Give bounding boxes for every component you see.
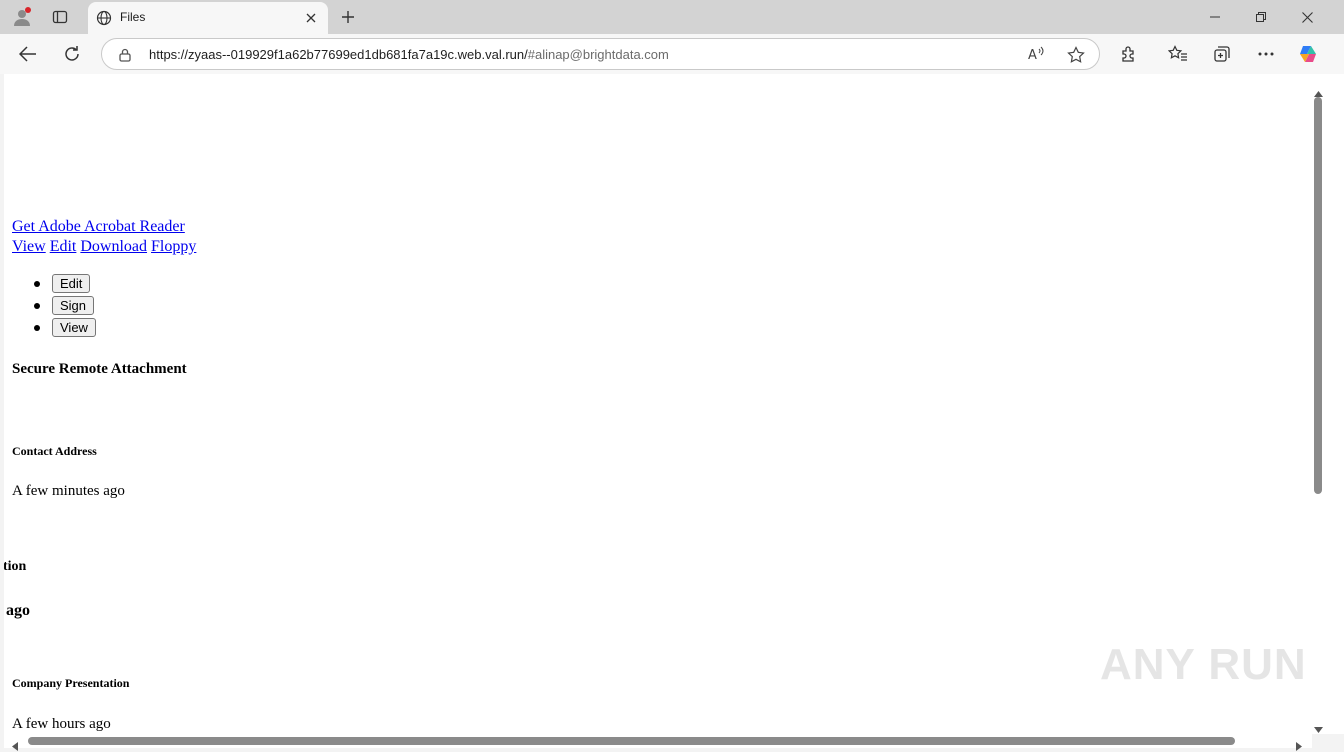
file-name-clipped: tion — [4, 559, 27, 574]
file-actions-links: View Edit Download Floppy — [12, 238, 196, 256]
read-aloud-icon[interactable]: A — [1027, 46, 1045, 66]
site-info-lock-icon[interactable] — [118, 47, 132, 66]
address-bar[interactable]: https://zyaas--019929f1a62b77699ed1db681… — [101, 38, 1100, 70]
sign-button[interactable]: Sign — [52, 296, 95, 315]
page-heading: Secure Remote Attachment — [12, 361, 187, 377]
list-bullet — [34, 325, 40, 331]
new-tab-icon[interactable] — [334, 4, 362, 30]
view-button[interactable]: View — [52, 318, 96, 337]
scroll-right-arrow-icon[interactable] — [1296, 736, 1302, 755]
close-tab-icon[interactable] — [302, 9, 320, 27]
view-link[interactable]: View — [12, 238, 46, 255]
browser-window: Files https://zyaas--019929f1a62b77699ed… — [0, 0, 1344, 752]
floppy-link[interactable]: Floppy — [151, 238, 196, 255]
extensions-icon[interactable] — [1114, 40, 1144, 68]
scroll-left-arrow-icon[interactable] — [12, 736, 18, 755]
file-time-clipped: ago — [6, 602, 30, 619]
list-bullet — [34, 303, 40, 309]
file-time: A few minutes ago — [12, 483, 125, 499]
close-window-icon[interactable] — [1284, 0, 1330, 34]
profile-icon[interactable] — [8, 4, 36, 30]
file-time: A few hours ago — [12, 716, 111, 732]
horizontal-scroll-thumb[interactable] — [28, 737, 1235, 745]
svg-text:A: A — [1028, 48, 1037, 62]
navigation-toolbar: https://zyaas--019929f1a62b77699ed1db681… — [0, 34, 1344, 74]
favorite-star-icon[interactable] — [1067, 46, 1085, 68]
more-options-icon[interactable] — [1251, 40, 1281, 68]
favorites-icon[interactable] — [1163, 40, 1193, 68]
vertical-scrollbar[interactable] — [1312, 74, 1344, 734]
page-viewport: Get Adobe Acrobat Reader View Edit Downl… — [4, 74, 1312, 734]
tab-actions-icon[interactable] — [46, 4, 74, 30]
file-name-company-presentation: Company Presentation — [12, 676, 130, 690]
globe-icon — [96, 10, 112, 30]
url-text: https://zyaas--019929f1a62b77699ed1db681… — [149, 47, 669, 62]
url-hash: #alinap@brightdata.com — [527, 47, 669, 62]
horizontal-scrollbar[interactable] — [4, 734, 1312, 751]
refresh-icon[interactable] — [57, 40, 87, 68]
minimize-icon[interactable] — [1192, 0, 1238, 34]
file-name-contact-address: Contact Address — [12, 444, 97, 458]
back-arrow-icon[interactable] — [13, 40, 43, 68]
vertical-scroll-thumb[interactable] — [1314, 97, 1322, 494]
copilot-icon[interactable] — [1293, 40, 1323, 68]
page-content: Get Adobe Acrobat Reader View Edit Downl… — [4, 74, 1312, 734]
list-bullet — [34, 281, 40, 287]
scroll-down-arrow-icon[interactable] — [1314, 718, 1323, 737]
tab-strip: Files — [0, 0, 1344, 34]
tab-files[interactable]: Files — [88, 2, 328, 34]
get-adobe-acrobat-reader-link[interactable]: Get Adobe Acrobat Reader — [12, 218, 185, 236]
restore-icon[interactable] — [1238, 0, 1284, 34]
url-main: https://zyaas--019929f1a62b77699ed1db681… — [149, 47, 528, 62]
anyrun-watermark: ANY RUN — [1100, 640, 1307, 689]
edit-button[interactable]: Edit — [52, 274, 91, 293]
collections-icon[interactable] — [1207, 40, 1237, 68]
tab-title: Files — [120, 10, 146, 24]
edit-link[interactable]: Edit — [50, 238, 77, 255]
download-link[interactable]: Download — [80, 238, 147, 255]
